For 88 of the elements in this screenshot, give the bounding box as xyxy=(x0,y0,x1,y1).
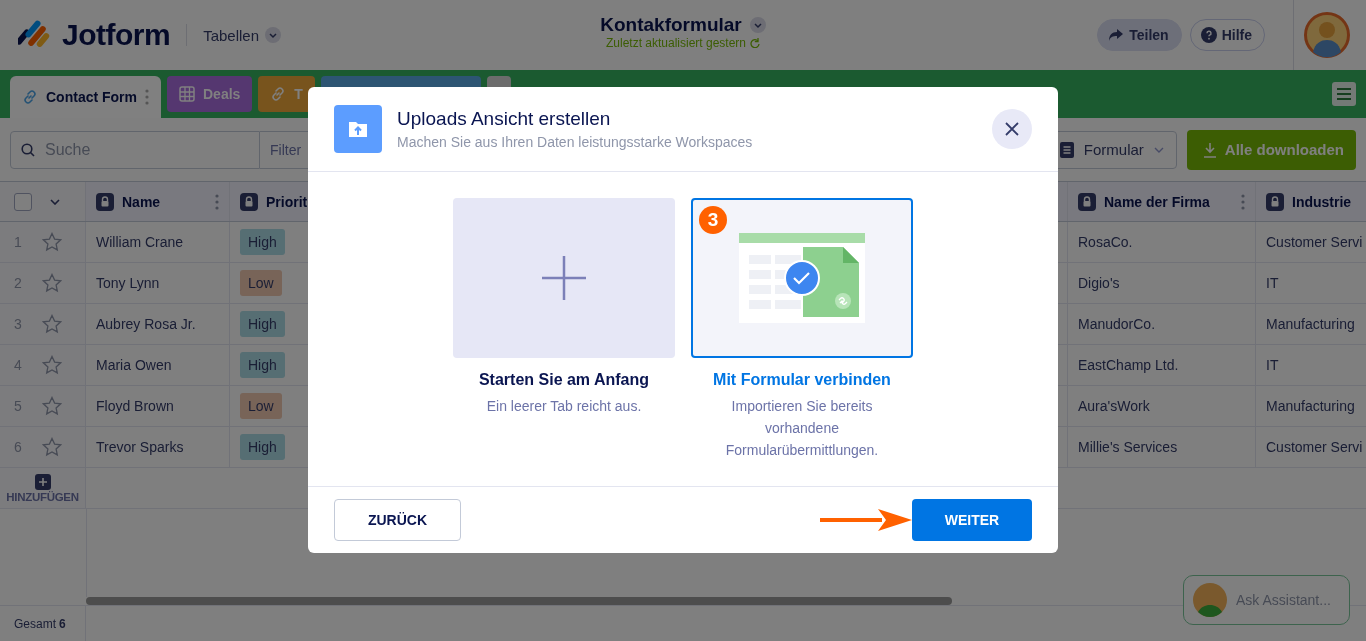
table-cell: Floyd Brown xyxy=(96,398,174,414)
grid-icon xyxy=(179,86,195,102)
close-icon xyxy=(1005,122,1019,136)
tab[interactable]: Deals xyxy=(167,76,253,112)
table-cell: IT xyxy=(1266,357,1279,373)
star-icon[interactable] xyxy=(42,273,62,293)
dialog-title: Uploads Ansicht erstellen xyxy=(397,108,612,130)
form-title[interactable]: Kontakformular xyxy=(600,14,742,36)
lock-icon xyxy=(1266,192,1284,211)
table-cell: William Crane xyxy=(96,234,184,250)
share-icon xyxy=(1108,28,1125,42)
table-cell: Aubrey Rosa Jr. xyxy=(96,316,196,332)
priority-tag: Low xyxy=(240,270,282,296)
table-cell: Millie's Services xyxy=(1078,439,1178,455)
lock-icon xyxy=(240,192,258,211)
star-icon[interactable] xyxy=(42,355,62,375)
help-icon xyxy=(1200,27,1217,43)
more-icon[interactable] xyxy=(1241,193,1245,210)
scrollbar[interactable] xyxy=(86,597,952,605)
table-cell: RosaCo. xyxy=(1078,234,1133,250)
table-cell: Manufacturing xyxy=(1266,316,1355,332)
section-menu[interactable]: Tabellen xyxy=(203,26,282,44)
plus-icon xyxy=(541,255,587,301)
column-header[interactable]: Industrie xyxy=(1292,193,1352,210)
table-cell: EastChamp Ltd. xyxy=(1078,357,1179,373)
back-button[interactable]: ZURÜCK xyxy=(334,499,461,541)
total-count: Gesamt 6 xyxy=(0,606,86,641)
option-description: Ein leerer Tab reicht aus. xyxy=(485,397,643,416)
priority-tag: High xyxy=(240,311,285,337)
refresh-icon[interactable] xyxy=(750,38,761,48)
assistant-avatar-icon xyxy=(1192,582,1228,618)
table-cell: Aura'sWork xyxy=(1078,398,1150,414)
table-cell: Digio's xyxy=(1078,275,1120,291)
priority-tag: High xyxy=(240,352,285,378)
star-icon[interactable] xyxy=(42,232,62,252)
ask-assistant-button[interactable]: Ask Assistant... xyxy=(1183,575,1350,625)
chevron-down-icon[interactable] xyxy=(749,17,766,33)
table-cell: Tony Lynn xyxy=(96,275,160,291)
arrow-right-icon xyxy=(820,508,912,532)
step-badge: 3 xyxy=(699,206,727,234)
search-icon xyxy=(21,142,35,157)
chevron-down-icon xyxy=(265,27,282,43)
select-all-checkbox[interactable] xyxy=(14,192,32,211)
priority-tag: High xyxy=(240,229,285,255)
last-updated-text: Zuletzt aktualisiert gestern xyxy=(605,36,747,50)
star-icon[interactable] xyxy=(42,396,62,416)
option-title: Starten Sie am Anfang xyxy=(478,371,650,389)
column-header[interactable]: Priorit xyxy=(266,193,308,210)
dialog-subtitle: Machen Sie aus Ihren Daten leistungsstarke Workspaces xyxy=(397,134,753,150)
lock-icon xyxy=(1078,192,1096,211)
table-cell: Manufacturing xyxy=(1266,398,1355,414)
table-cell: Trevor Sparks xyxy=(96,439,184,455)
table-cell: ManudorCo. xyxy=(1078,316,1156,332)
logo-icon xyxy=(18,20,52,50)
menu-button[interactable] xyxy=(1332,82,1356,106)
menu-icon xyxy=(1337,88,1351,100)
option-card[interactable]: 3 xyxy=(691,198,913,358)
tab[interactable]: Contact Form xyxy=(10,76,161,118)
table-cell: Maria Owen xyxy=(96,357,172,373)
star-icon[interactable] xyxy=(42,437,62,457)
link-icon xyxy=(270,86,287,102)
help-button[interactable]: Hilfe xyxy=(1189,19,1265,51)
link-icon xyxy=(22,89,38,105)
option-description: Importieren Sie bereits vorhandene Formularübermittlungen. xyxy=(724,397,880,460)
share-button[interactable]: Teilen xyxy=(1097,19,1182,51)
form-icon xyxy=(1059,141,1074,158)
more-icon[interactable] xyxy=(215,193,219,210)
download-icon xyxy=(1202,141,1217,158)
brand-name[interactable]: Jotform xyxy=(62,18,171,52)
priority-tag: Low xyxy=(240,393,282,419)
folder-upload-icon xyxy=(334,105,382,153)
avatar-icon[interactable] xyxy=(1304,12,1350,58)
plus-icon xyxy=(34,473,51,490)
chevron-down-icon xyxy=(1153,146,1164,153)
priority-tag: High xyxy=(240,434,285,460)
table-cell: Customer Servi xyxy=(1266,234,1363,250)
next-button[interactable]: WEITER xyxy=(912,499,1032,541)
chevron-down-icon[interactable] xyxy=(50,198,60,205)
table-cell: Customer Servi xyxy=(1266,439,1363,455)
table-cell: IT xyxy=(1266,275,1279,291)
lock-icon xyxy=(96,192,114,211)
option-title: Mit Formular verbinden xyxy=(713,371,891,389)
column-header[interactable]: Name der Firma xyxy=(1104,193,1210,210)
close-button[interactable] xyxy=(992,109,1032,149)
search-field[interactable]: Suche xyxy=(10,130,260,169)
more-icon[interactable] xyxy=(145,89,149,105)
star-icon[interactable] xyxy=(42,314,62,334)
column-header[interactable]: Name xyxy=(122,193,161,210)
